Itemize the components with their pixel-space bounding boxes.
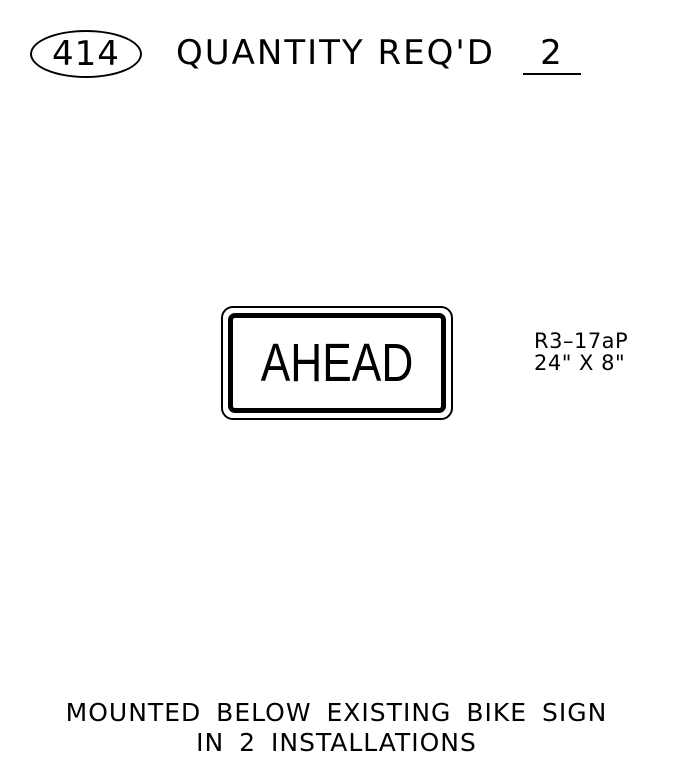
quantity-value: 2 bbox=[522, 33, 581, 75]
mounting-note: MOUNTED BELOW EXISTING BIKE SIGN IN 2 IN… bbox=[0, 698, 673, 758]
sign-legend: AHEAD bbox=[260, 333, 414, 393]
quantity-label-text: QUANTITY REQ'D bbox=[176, 33, 495, 73]
note-line-2: IN 2 INSTALLATIONS bbox=[196, 728, 477, 757]
sign-border: AHEAD bbox=[228, 313, 446, 413]
quantity-label: QUANTITY REQ'D 2 bbox=[176, 33, 581, 75]
sign-spec: R3–17aP 24" X 8" bbox=[534, 330, 628, 374]
sign-size: 24" X 8" bbox=[534, 351, 626, 375]
sign-code: R3–17aP bbox=[534, 329, 629, 353]
header: 414 QUANTITY REQ'D 2 bbox=[30, 28, 581, 80]
ahead-sign-panel: AHEAD bbox=[221, 306, 453, 420]
note-line-1: MOUNTED BELOW EXISTING BIKE SIGN bbox=[65, 698, 608, 727]
sheet-number-oval: 414 bbox=[30, 30, 142, 78]
